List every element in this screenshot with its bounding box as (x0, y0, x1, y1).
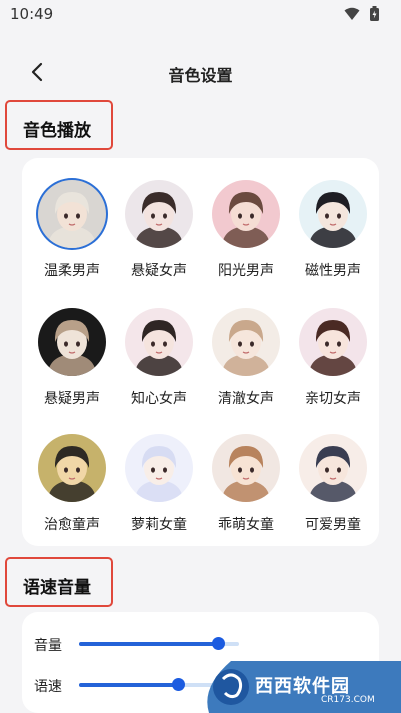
voice-option[interactable]: 温柔男声 (32, 180, 112, 290)
speed-slider-thumb[interactable] (172, 678, 186, 691)
speed-label: 语速 (34, 679, 62, 695)
wifi-icon (344, 7, 360, 20)
voice-avatar (38, 308, 106, 376)
voice-option[interactable]: 亲切女声 (293, 308, 373, 418)
status-time: 10:49 (10, 5, 54, 23)
voice-option[interactable]: 悬疑女声 (119, 180, 199, 290)
voice-avatar (125, 180, 193, 248)
voice-avatar (38, 180, 106, 248)
voice-avatar (38, 434, 106, 502)
voice-label: 乖萌女童 (218, 517, 274, 533)
volume-slider-fill (79, 642, 219, 646)
section-title-speed-volume: 语速音量 (23, 578, 91, 598)
voice-option[interactable]: 清澈女声 (206, 308, 286, 418)
voice-option[interactable]: 悬疑男声 (32, 308, 112, 418)
voice-option[interactable]: 可爱男童 (293, 434, 373, 544)
status-bar: 10:49 (0, 0, 401, 30)
voice-label: 亲切女声 (305, 391, 361, 407)
voice-label: 悬疑女声 (131, 263, 187, 279)
voice-label: 萝莉女童 (131, 517, 187, 533)
voice-option[interactable]: 治愈童声 (32, 434, 112, 544)
voice-option[interactable]: 阳光男声 (206, 180, 286, 290)
section-label-speed-volume: 语速音量 (5, 557, 113, 607)
voice-option[interactable]: 知心女声 (119, 308, 199, 418)
voice-avatar (125, 308, 193, 376)
speed-slider-fill (79, 683, 179, 687)
voice-label: 温柔男声 (44, 263, 100, 279)
voice-option[interactable]: 萝莉女童 (119, 434, 199, 544)
voice-avatar (125, 434, 193, 502)
section-title-voice-play: 音色播放 (23, 121, 91, 141)
voice-label: 清澈女声 (218, 391, 274, 407)
voice-label: 知心女声 (131, 391, 187, 407)
volume-slider-thumb[interactable] (212, 637, 226, 650)
voice-option[interactable]: 磁性男声 (293, 180, 373, 290)
watermark: 西西软件园 CR173.COM (201, 661, 401, 713)
voice-avatar (299, 308, 367, 376)
voice-label: 治愈童声 (44, 517, 100, 533)
page-title: 音色设置 (168, 66, 233, 85)
status-icons (344, 6, 379, 21)
app-bar: 音色设置 (0, 50, 401, 94)
volume-row: 音量 (22, 629, 379, 659)
voice-label: 阳光男声 (218, 263, 274, 279)
voice-avatar (212, 180, 280, 248)
voice-avatar (299, 180, 367, 248)
battery-icon (370, 6, 379, 21)
volume-slider-track[interactable] (79, 637, 239, 650)
voice-option[interactable]: 乖萌女童 (206, 434, 286, 544)
section-label-voice-play: 音色播放 (5, 100, 113, 150)
voice-avatar (299, 434, 367, 502)
voice-label: 可爱男童 (305, 517, 361, 533)
voice-grid-card: 温柔男声 悬疑女声 阳光男声 磁性男声悬疑男声 知心女声 清澈女声 亲切女声治愈童声 萝莉女童… (22, 158, 379, 546)
voice-label: 悬疑男声 (44, 391, 100, 407)
voice-avatar (212, 434, 280, 502)
volume-label: 音量 (34, 638, 62, 654)
voice-avatar (212, 308, 280, 376)
watermark-sub: CR173.COM (321, 695, 375, 705)
voice-label: 磁性男声 (305, 263, 361, 279)
